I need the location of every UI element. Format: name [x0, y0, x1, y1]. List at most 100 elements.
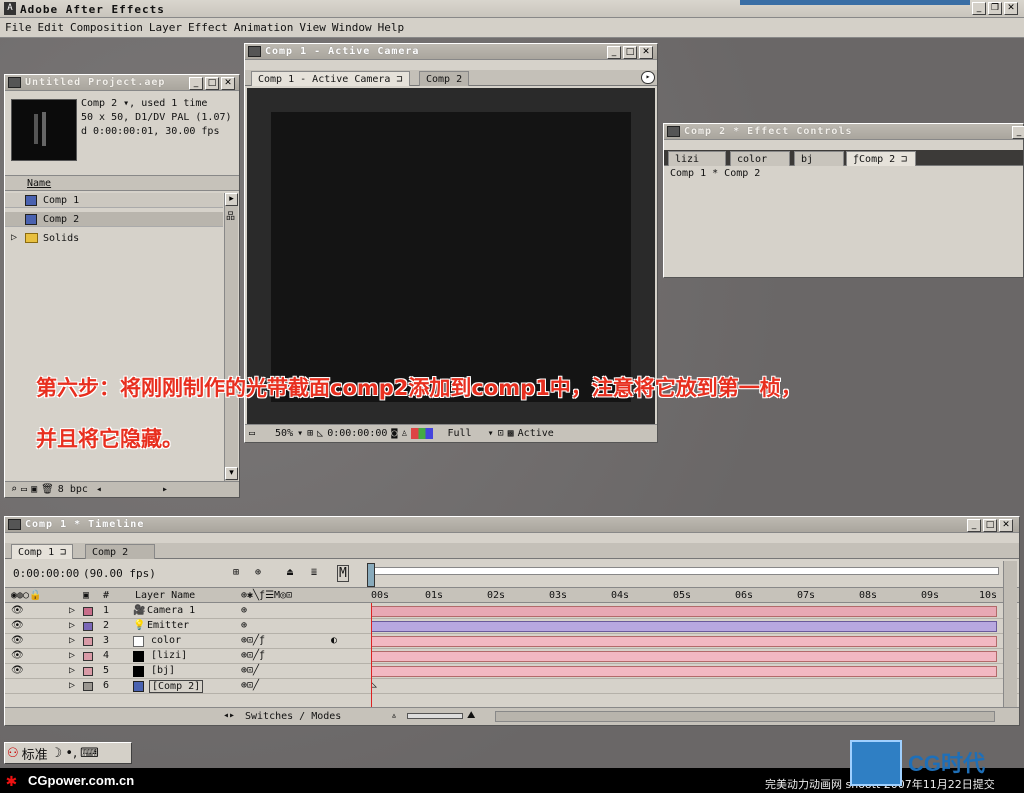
- tab-bj[interactable]: bj: [794, 151, 844, 166]
- shy-switch-icon[interactable]: ⊕: [241, 620, 247, 631]
- tab-comp2-effects[interactable]: ƒComp 2 ⊐: [846, 151, 916, 166]
- layer-name[interactable]: [Comp 2]: [149, 680, 204, 693]
- punctuation-icon[interactable]: •,: [65, 746, 77, 761]
- project-close-button[interactable]: ✕: [221, 77, 235, 90]
- label-color-swatch[interactable]: [83, 682, 93, 691]
- keyboard-icon[interactable]: ⌨: [80, 746, 99, 761]
- expand-triangle-icon[interactable]: ▷: [69, 605, 75, 616]
- resolution-value[interactable]: Full: [447, 428, 471, 439]
- layer-row[interactable]: 👁 ▷ 2 💡 Emitter ⊕: [5, 619, 1019, 634]
- timeline-close-button[interactable]: ✕: [999, 519, 1013, 532]
- mask-icon[interactable]: ◺: [317, 428, 323, 439]
- layer-name[interactable]: color: [151, 635, 181, 646]
- frame-blending-icon[interactable]: ≣: [311, 567, 317, 578]
- menu-view[interactable]: View: [298, 18, 331, 37]
- ime-mode-label[interactable]: 标准: [22, 744, 48, 763]
- shy-switch-icon[interactable]: ⊕: [241, 605, 247, 616]
- visibility-eye-icon[interactable]: 👁: [11, 635, 24, 646]
- scroll-down-arrow-icon[interactable]: ▾: [225, 467, 238, 480]
- transparency-grid-icon[interactable]: ▩: [508, 428, 514, 439]
- effect-controls-titlebar[interactable]: Comp 2 * Effect Controls _: [664, 124, 1024, 140]
- timeline-timecode[interactable]: 0:00:00:00: [13, 567, 79, 580]
- viewer-close-button[interactable]: ✕: [639, 46, 653, 59]
- timeline-maximize-button[interactable]: □: [983, 519, 997, 532]
- viewer-options-icon[interactable]: ▭: [249, 428, 255, 439]
- minimize-button[interactable]: _: [972, 2, 986, 15]
- motion-blur-icon[interactable]: M: [337, 565, 349, 582]
- time-ruler[interactable]: 00s 01s 02s 03s 04s 05s 06s 07s 08s 09s …: [367, 588, 999, 604]
- new-folder-icon[interactable]: ▭: [21, 484, 27, 495]
- viewer-minimize-button[interactable]: _: [607, 46, 621, 59]
- trash-icon[interactable]: 🗑: [41, 484, 54, 495]
- bit-depth-label[interactable]: 8 bpc: [58, 484, 88, 495]
- menu-effect[interactable]: Effect: [187, 18, 233, 37]
- zoom-slider[interactable]: [407, 713, 463, 719]
- comp-viewer-titlebar[interactable]: Comp 1 - Active Camera _ □ ✕: [245, 44, 657, 60]
- tab-lizi[interactable]: lizi: [668, 151, 726, 166]
- expand-triangle-icon[interactable]: ▷: [11, 232, 17, 243]
- menu-animation[interactable]: Animation: [233, 18, 299, 37]
- region-of-interest-icon[interactable]: ⊡: [498, 428, 504, 439]
- tab-comp2[interactable]: Comp 2: [419, 71, 470, 86]
- menu-composition[interactable]: Composition: [69, 18, 148, 37]
- work-area-bar[interactable]: [367, 567, 999, 575]
- label-color-swatch[interactable]: [83, 652, 93, 661]
- project-item[interactable]: ▷ Solids: [5, 231, 223, 246]
- project-scrollbar[interactable]: ▸ 品 ▾: [224, 193, 238, 481]
- layer-name[interactable]: [bj]: [151, 665, 175, 676]
- scroll-right-arrow-icon[interactable]: ▸: [225, 193, 238, 206]
- visibility-eye-icon[interactable]: 👁: [11, 605, 24, 616]
- layer-duration-bar[interactable]: [371, 606, 997, 617]
- flowchart-icon[interactable]: 品: [226, 209, 235, 222]
- menu-layer[interactable]: Layer: [148, 18, 187, 37]
- expand-triangle-icon[interactable]: ▷: [69, 665, 75, 676]
- close-button[interactable]: ✕: [1004, 2, 1018, 15]
- layer-name[interactable]: Camera 1: [147, 605, 195, 616]
- project-minimize-button[interactable]: _: [189, 77, 203, 90]
- switches-icons[interactable]: ⊕⊡╱ƒ: [241, 635, 265, 646]
- menu-window[interactable]: Window: [331, 18, 377, 37]
- timeline-vertical-scrollbar[interactable]: [1003, 561, 1017, 707]
- menu-edit[interactable]: Edit: [37, 18, 70, 37]
- visibility-eye-icon[interactable]: 👁: [11, 665, 24, 676]
- menu-help[interactable]: Help: [377, 18, 410, 37]
- layer-row[interactable]: 👁 ▷ 3 color ⊕⊡╱ƒ ◐: [5, 634, 1019, 649]
- visibility-eye-icon[interactable]: 👁: [11, 620, 24, 631]
- timeline-horizontal-scrollbar[interactable]: [495, 711, 995, 722]
- composition-canvas[interactable]: [271, 112, 631, 402]
- zoom-level[interactable]: 50%: [275, 428, 293, 439]
- zoom-in-icon[interactable]: ⛰: [467, 710, 475, 721]
- layer-duration-bar[interactable]: [371, 666, 997, 677]
- switches-modes-toggle[interactable]: Switches / Modes: [245, 711, 341, 722]
- layer-name[interactable]: [lizi]: [151, 650, 187, 661]
- channel-icon[interactable]: [411, 428, 434, 439]
- layer-row[interactable]: 👁 ▷ 1 🎥 Camera 1 ⊕: [5, 604, 1019, 619]
- comp-flowchart-icon[interactable]: ⊞: [233, 567, 239, 578]
- camera-view[interactable]: Active: [518, 428, 554, 439]
- expand-triangle-icon[interactable]: ▷: [69, 680, 75, 691]
- current-time[interactable]: 0:00:00:00: [327, 428, 387, 439]
- show-snapshot-icon[interactable]: ♙: [401, 428, 407, 439]
- expand-triangle-icon[interactable]: ▷: [69, 620, 75, 631]
- tab-color[interactable]: color: [730, 151, 790, 166]
- layer-row[interactable]: ▷ 6 [Comp 2] ⊕⊡╱ ◺: [5, 679, 1019, 694]
- timeline-minimize-button[interactable]: _: [967, 519, 981, 532]
- scroll-left-arrow-icon[interactable]: ◂: [96, 484, 102, 495]
- column-name-header[interactable]: Name: [27, 178, 51, 189]
- layer-duration-bar[interactable]: [371, 636, 997, 647]
- timeline-titlebar[interactable]: Comp 1 * Timeline _ □ ✕: [5, 517, 1019, 533]
- ime-toolbar[interactable]: ⚇ 标准 ☽ •, ⌨: [4, 742, 132, 764]
- grid-icon[interactable]: ⊞: [307, 428, 313, 439]
- label-color-swatch[interactable]: [83, 607, 93, 616]
- tab-timeline-comp1[interactable]: Comp 1 ⊐: [11, 544, 74, 559]
- project-maximize-button[interactable]: □: [205, 77, 219, 90]
- switches-icons[interactable]: ⊕⊡╱: [241, 665, 259, 676]
- project-item[interactable]: Comp 1: [5, 193, 223, 208]
- effect-controls-minimize-button[interactable]: _: [1012, 126, 1024, 139]
- viewer-maximize-button[interactable]: □: [623, 46, 637, 59]
- switches-icons[interactable]: ⊕⊡╱ƒ: [241, 650, 265, 661]
- label-color-swatch[interactable]: [83, 667, 93, 676]
- expand-triangle-icon[interactable]: ▷: [69, 650, 75, 661]
- layer-name[interactable]: Emitter: [147, 620, 189, 631]
- panel-menu-arrow-icon[interactable]: ▸: [641, 71, 655, 84]
